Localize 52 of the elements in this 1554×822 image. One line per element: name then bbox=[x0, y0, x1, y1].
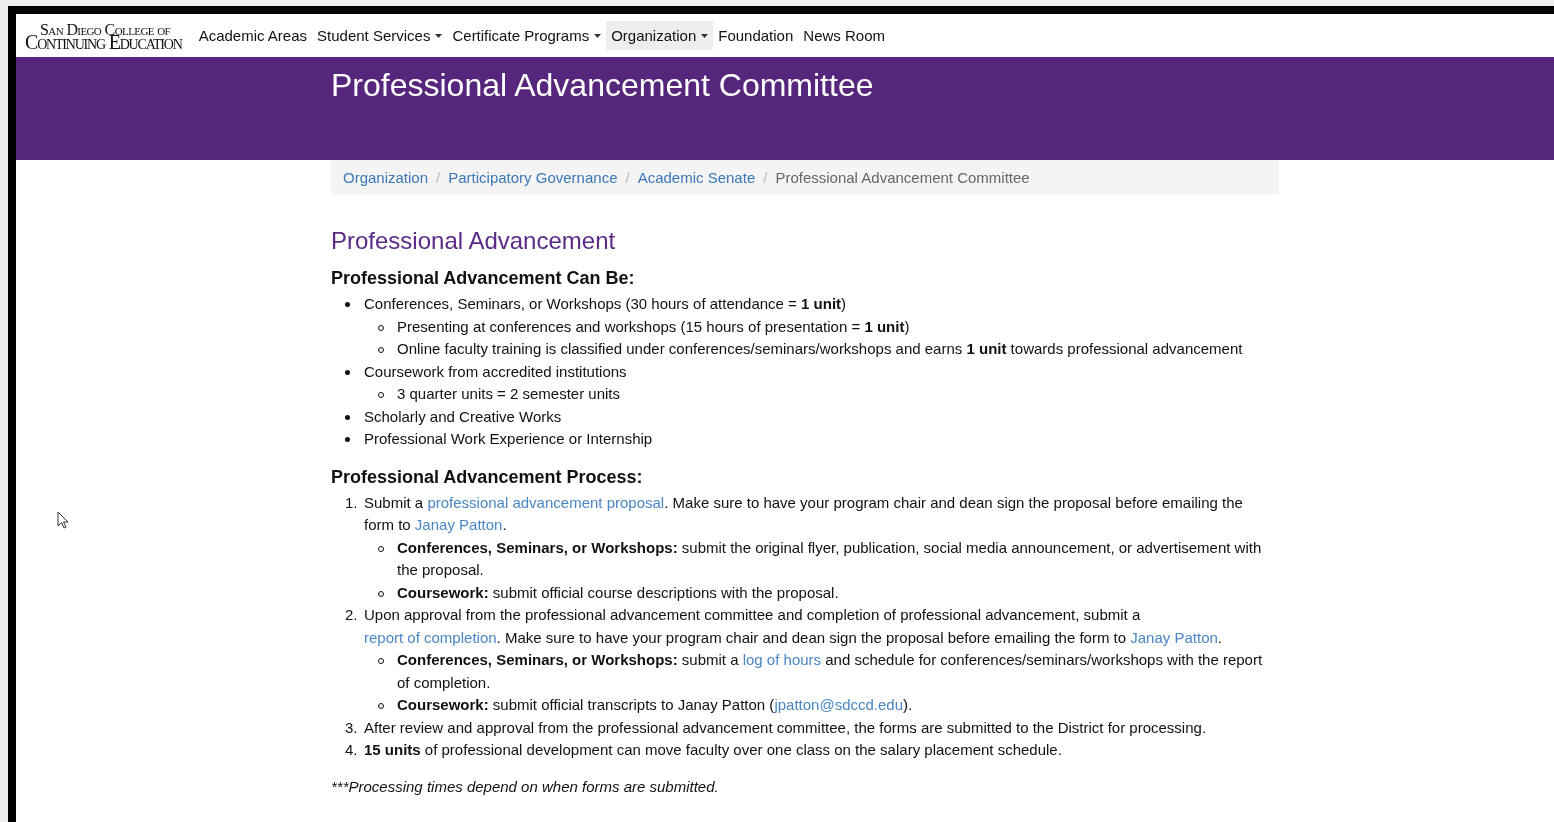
list-item-text: Online faculty training is classified under conferences/seminars/workshops and earns 1 unit towards professional advancement bbox=[397, 339, 1244, 359]
breadcrumb-current: Professional Advancement Committee bbox=[775, 169, 1030, 186]
breadcrumb-link[interactable]: Academic Senate bbox=[637, 169, 756, 186]
list-item-text: 15 units of professional development can move faculty over one class on the salary placement schedule. bbox=[364, 740, 1063, 760]
text-link[interactable]: professional advancement proposal bbox=[427, 493, 665, 511]
list-item-text: Coursework: submit official course descriptions with the proposal. bbox=[397, 582, 840, 603]
caret-icon bbox=[594, 33, 602, 38]
list-item-text: Submit a professional advancement proposal. Make sure to have your program chair and dean sign the proposal before emailing the form to Janay Patton. bbox=[364, 492, 1244, 535]
list-number: 3. bbox=[345, 717, 359, 738]
nav-menu-item[interactable]: News Room bbox=[798, 21, 890, 50]
nav-menu-item[interactable]: Certificate Programs bbox=[447, 21, 607, 50]
subheading: Professional Advancement Can Be: bbox=[331, 268, 636, 289]
nav-menu-item[interactable]: Student Services bbox=[312, 21, 448, 50]
caret-icon bbox=[435, 33, 443, 38]
list-item-text: Scholarly and Creative Works bbox=[364, 406, 563, 427]
breadcrumb-separator: / bbox=[763, 169, 768, 186]
text-link[interactable]: jpatton@sdccd.edu bbox=[774, 696, 904, 713]
list-item-text: Professional Work Experience or Internship bbox=[364, 429, 654, 449]
mouse-cursor-icon bbox=[57, 511, 69, 529]
caret-icon bbox=[701, 33, 709, 38]
list-item-text: Upon approval from the professional advancement committee and completion of professional advancement, submit a report of completion. Make sure to have your program chair and dean sign the proposal before emailing the form to Janay Patton. bbox=[364, 605, 1223, 648]
text-link[interactable]: Janay Patton bbox=[414, 516, 503, 533]
text-link[interactable]: Janay Patton bbox=[1130, 628, 1218, 646]
breadcrumb-link[interactable]: Organization bbox=[343, 169, 429, 186]
list-item-text: Coursework from accredited institutions bbox=[364, 361, 628, 382]
nav-menu-item[interactable]: Academic Areas bbox=[193, 21, 313, 50]
list-item-text: Conferences, Seminars, or Workshops: submit a log of hours and schedule for conferences/seminars/workshops with the report of completion. bbox=[397, 650, 1264, 693]
breadcrumb-link[interactable]: Participatory Governance bbox=[448, 169, 618, 186]
text-link[interactable]: log of hours bbox=[742, 651, 822, 668]
bullet-icon bbox=[345, 437, 350, 442]
nav-menu-item[interactable]: Foundation bbox=[713, 21, 799, 50]
list-item-text: 3 quarter units = 2 semester units bbox=[397, 384, 622, 404]
list-number: 4. bbox=[345, 740, 359, 760]
breadcrumb-separator: / bbox=[436, 169, 441, 186]
section-heading: Professional Advancement bbox=[331, 227, 617, 255]
breadcrumb-separator: / bbox=[625, 169, 630, 186]
list-item-text: Presenting at conferences and workshops (15 hours of presentation = 1 unit) bbox=[397, 316, 911, 337]
list-number: 2. bbox=[345, 605, 359, 625]
list-item-text: Coursework: submit official transcripts to Janay Patton (jpatton@sdccd.edu). bbox=[397, 695, 914, 715]
list-item-text: Conferences, Seminars, or Workshops (30 hours of attendance = 1 unit) bbox=[364, 294, 848, 314]
nav-menu-item[interactable]: Organization bbox=[606, 21, 714, 50]
college-logo[interactable]: San Diego College of Continuing Education bbox=[25, 22, 182, 49]
list-number: 1. bbox=[345, 492, 359, 513]
list-item-text: After review and approval from the professional advancement committee, the forms are submitted to the District for processing. bbox=[364, 717, 1208, 738]
page-title: Professional Advancement Committee bbox=[331, 66, 875, 104]
footnote-text: ***Processing times depend on when forms are submitted. bbox=[331, 777, 720, 795]
subheading: Professional Advancement Process: bbox=[331, 466, 644, 488]
bullet-icon bbox=[345, 414, 350, 420]
bullet-icon bbox=[345, 302, 350, 307]
bullet-icon bbox=[345, 369, 350, 375]
text-link[interactable]: report of completion bbox=[364, 628, 497, 646]
list-item-text: Conferences, Seminars, or Workshops: submit the original flyer, publication, social media announcement, or advertisement with the proposal. bbox=[397, 537, 1263, 580]
